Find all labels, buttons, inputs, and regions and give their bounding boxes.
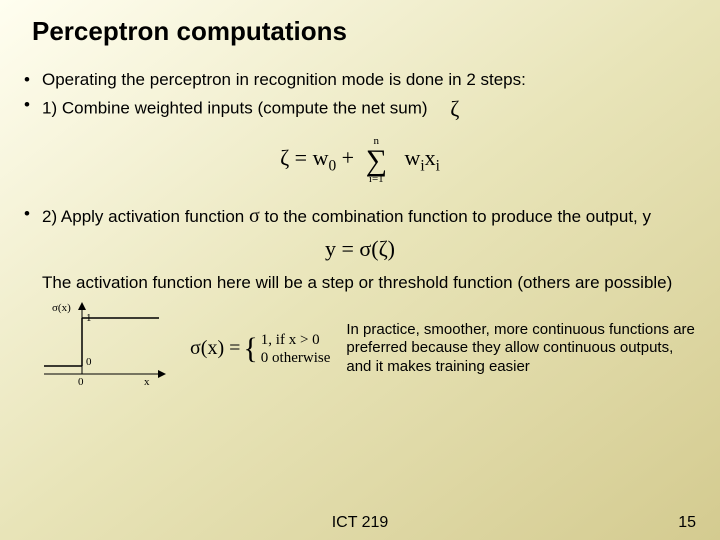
course-code: ICT 219 [332,514,389,531]
slide-title: Perceptron computations [32,16,696,47]
graph-xlabel: x [144,376,150,388]
formula1-lhs: ζ = w [280,145,328,170]
bullet-2: 1) Combine weighted inputs (compute the … [24,94,696,124]
formula1-xsub: i [436,157,440,174]
graph-svg [44,304,174,394]
bullet-2-text: 1) Combine weighted inputs (compute the … [42,98,428,117]
bullet-3: 2) Apply activation function σ to the co… [24,203,696,230]
sum-sigma: ∑ [366,147,387,174]
practice-note: In practice, smoother, more continuous f… [346,321,696,377]
bullet-3-post: to the combination function to produce t… [260,207,651,226]
formula1-w: w [404,145,420,170]
formula1-plus: + [336,145,354,170]
graph-zero-y: 0 [86,356,92,368]
net-sum-formula: ζ = w0 + n ∑ i=1 wixi [24,136,696,185]
bullet-list: Operating the perceptron in recognition … [24,69,696,124]
brace-icon: { [243,340,257,358]
graph-ylabel: σ(x) [52,302,71,314]
sigma-symbol: σ [249,205,260,227]
zeta-symbol: ζ [450,94,459,124]
formula3-case1: 1, if x > 0 [261,332,320,348]
bullet-1: Operating the perceptron in recognition … [24,69,696,92]
formula3-case2: 0 otherwise [261,350,331,366]
activation-note: The activation function here will be a s… [42,272,696,294]
bullet-list-2: 2) Apply activation function σ to the co… [24,203,696,230]
formula3-lhs: σ(x) = [190,337,240,360]
step-function-graph: σ(x) 1 0 0 x [44,304,174,394]
step-function-formula: σ(x) = { 1, if x > 0 0 otherwise [190,331,330,367]
graph-zero-x: 0 [78,376,84,388]
graph-one: 1 [86,312,92,324]
page-number: 15 [678,514,696,532]
bottom-row: σ(x) 1 0 0 x σ(x) = { 1, if x > 0 0 othe… [24,304,696,394]
summation-icon: n ∑ i=1 [366,136,387,185]
output-formula: y = σ(ζ) [24,236,696,262]
formula1-x: x [425,145,436,170]
footer: ICT 219 15 [0,514,720,532]
bullet-3-pre: 2) Apply activation function [42,207,249,226]
